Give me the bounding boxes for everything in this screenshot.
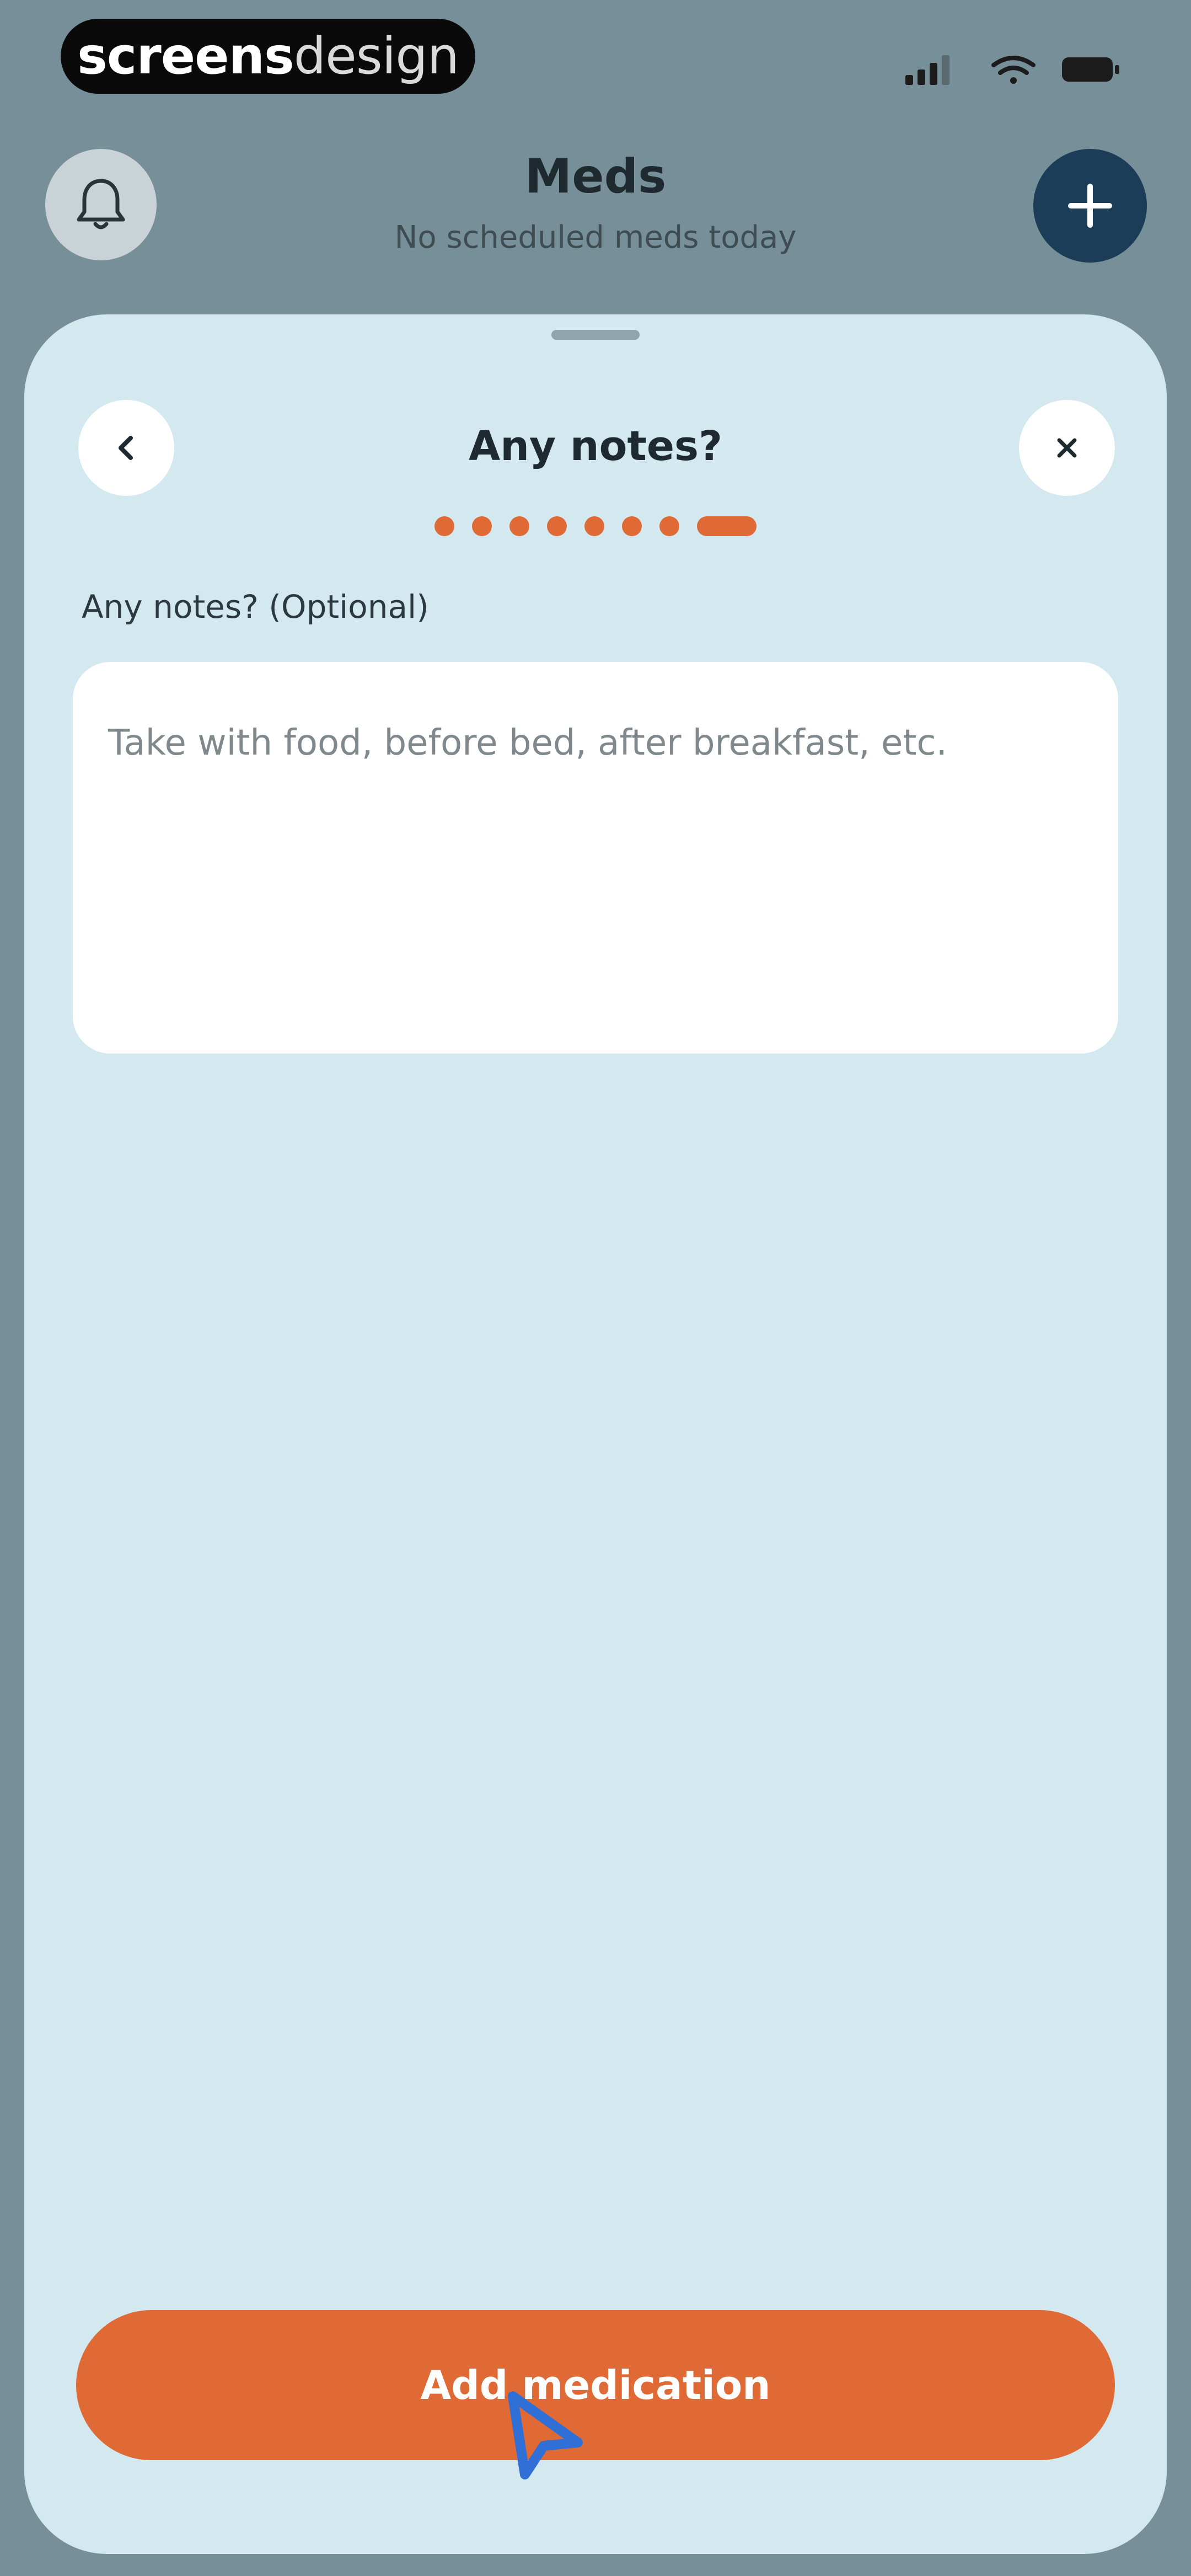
close-button[interactable] bbox=[1019, 400, 1115, 496]
progress-step-current bbox=[697, 516, 757, 536]
progress-step-7 bbox=[659, 516, 679, 536]
notes-field-label: Any notes? (Optional) bbox=[82, 588, 429, 626]
watermark-bold-text: screens bbox=[77, 26, 294, 85]
progress-step-6 bbox=[622, 516, 642, 536]
screensdesign-watermark: screensdesign bbox=[61, 19, 475, 94]
progress-step-2 bbox=[472, 516, 492, 536]
plus-icon bbox=[1068, 184, 1112, 228]
progress-step-5 bbox=[584, 516, 604, 536]
screen: screensdesign Meds No scheduled meds tod… bbox=[0, 0, 1191, 2576]
notes-sheet: Any notes? Any notes? (Optional) Add med… bbox=[24, 314, 1167, 2554]
sheet-grabber-handle[interactable] bbox=[551, 330, 640, 340]
close-icon bbox=[1057, 438, 1077, 458]
watermark-light-text: design bbox=[293, 26, 459, 85]
page-subtitle: No scheduled meds today bbox=[394, 220, 797, 255]
pointer-cursor-icon bbox=[508, 2391, 583, 2479]
notes-input[interactable] bbox=[73, 662, 1118, 1054]
progress-step-1 bbox=[434, 516, 454, 536]
wifi-icon bbox=[991, 56, 1036, 84]
page-title: Meds bbox=[524, 149, 667, 204]
signal-icon bbox=[905, 55, 949, 85]
add-medication-submit-button[interactable]: Add medication bbox=[76, 2310, 1115, 2460]
sheet-title: Any notes? bbox=[468, 423, 722, 470]
step-progress-indicator bbox=[434, 515, 757, 537]
status-icons-svg bbox=[905, 55, 1119, 85]
status-icons bbox=[905, 51, 1120, 86]
progress-step-3 bbox=[509, 516, 529, 536]
add-medication-button[interactable] bbox=[1033, 149, 1147, 263]
progress-step-4 bbox=[547, 516, 567, 536]
battery-icon bbox=[1062, 57, 1119, 82]
